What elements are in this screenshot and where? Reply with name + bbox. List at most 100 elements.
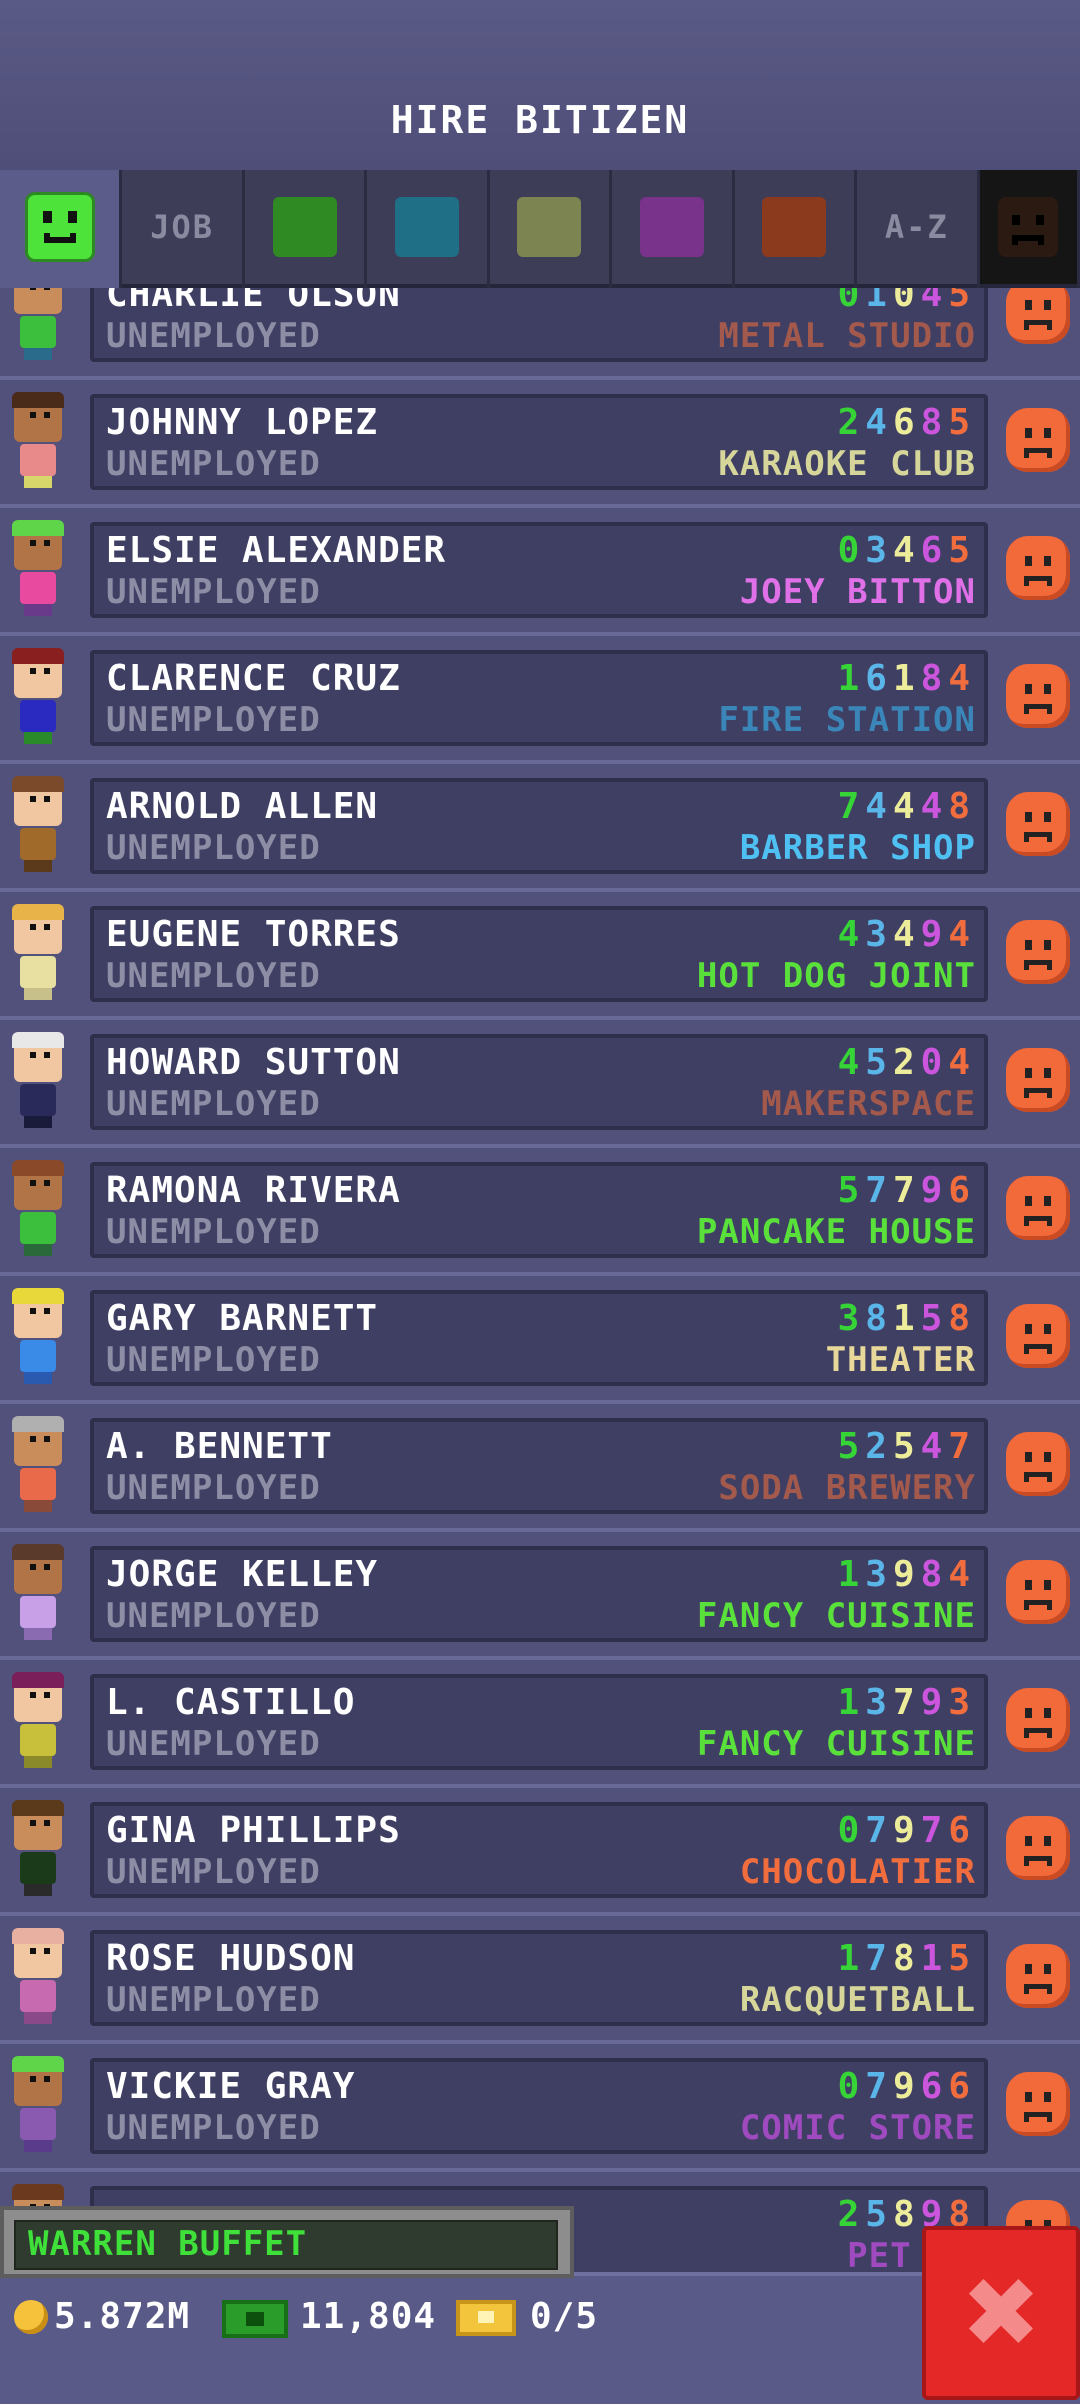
tab-job[interactable]: JOB bbox=[122, 170, 242, 288]
bitizen-name: L. CASTILLO bbox=[106, 1682, 356, 1723]
bitizen-name: RAMONA RIVERA bbox=[106, 1170, 401, 1211]
bitizen-card: GARY BARNETT UNEMPLOYED 38158 THEATER bbox=[90, 1290, 988, 1386]
category-color-icon bbox=[395, 197, 460, 257]
bitizen-avatar bbox=[8, 1800, 68, 1900]
unhappy-mood-icon bbox=[1006, 1048, 1070, 1112]
unhappy-mood-icon bbox=[1006, 920, 1070, 984]
bitizen-avatar bbox=[8, 1544, 68, 1644]
tab-happiness[interactable] bbox=[0, 170, 120, 288]
bitizen-card: RAMONA RIVERA UNEMPLOYED 57796 PANCAKE HOUS… bbox=[90, 1162, 988, 1258]
dream-job-store: KARAOKE CLUB bbox=[718, 444, 976, 484]
bitizen-status: UNEMPLOYED bbox=[106, 1340, 321, 1380]
skill-digits: 16184 bbox=[837, 658, 976, 699]
bitizen-name: GARY BARNETT bbox=[106, 1298, 379, 1339]
skill-digits: 38158 bbox=[837, 1298, 976, 1339]
bitizen-status: UNEMPLOYED bbox=[106, 1724, 321, 1764]
bitizen-card: HOWARD SUTTON UNEMPLOYED 45204 MAKERSPACE bbox=[90, 1034, 988, 1130]
bitizen-row[interactable]: CHARLIE OLSON UNEMPLOYED 01045 METAL STUDIO bbox=[0, 288, 1080, 376]
tab-category-6[interactable] bbox=[734, 170, 855, 288]
bitizen-row[interactable]: ELSIE ALEXANDER UNEMPLOYED 03465 JOEY BITTO… bbox=[0, 504, 1080, 632]
bitizen-row[interactable]: GARY BARNETT UNEMPLOYED 38158 THEATER bbox=[0, 1272, 1080, 1400]
dream-job-store: FANCY CUISINE bbox=[696, 1596, 976, 1636]
bitizen-row[interactable]: A. BENNETT UNEMPLOYED 52547 SODA BREWERY bbox=[0, 1400, 1080, 1528]
bitizen-row[interactable]: RAMONA RIVERA UNEMPLOYED 57796 PANCAKE HOUS… bbox=[0, 1144, 1080, 1272]
bitizen-status: UNEMPLOYED bbox=[106, 1852, 321, 1892]
bitizen-card: GINA PHILLIPS UNEMPLOYED 07976 CHOCOLATIER bbox=[90, 1802, 988, 1898]
bitizen-name: HOWARD SUTTON bbox=[106, 1042, 401, 1083]
bux-icon bbox=[222, 2300, 288, 2338]
bitizen-card: ELSIE ALEXANDER UNEMPLOYED 03465 JOEY BITTO… bbox=[90, 522, 988, 618]
unhappy-face-icon bbox=[998, 197, 1059, 257]
bitizen-avatar bbox=[8, 392, 68, 492]
happy-face-icon bbox=[24, 192, 95, 262]
tickets-value: 0/5 bbox=[530, 2296, 599, 2337]
dream-job-store: THEATER bbox=[825, 1340, 976, 1380]
tab-category-5[interactable] bbox=[612, 170, 732, 288]
skill-digits: 13984 bbox=[837, 1554, 976, 1595]
unhappy-mood-icon bbox=[1006, 1816, 1070, 1880]
bitizen-row[interactable]: CLARENCE CRUZ UNEMPLOYED 16184 FIRE STATION bbox=[0, 632, 1080, 760]
bitizen-row[interactable]: ARNOLD ALLEN UNEMPLOYED 74448 BARBER SHOP bbox=[0, 760, 1080, 888]
unhappy-mood-icon bbox=[1006, 288, 1070, 344]
unhappy-mood-icon bbox=[1006, 1304, 1070, 1368]
dream-job-store: COMIC STORE bbox=[739, 2108, 976, 2148]
tab-unhappy[interactable] bbox=[979, 170, 1078, 288]
bitizen-avatar bbox=[8, 1288, 68, 1388]
header-bar: HIRE BITIZEN bbox=[0, 0, 1080, 170]
bitizen-avatar bbox=[8, 776, 68, 876]
unhappy-mood-icon bbox=[1006, 536, 1070, 600]
bitizen-name: EUGENE TORRES bbox=[106, 914, 401, 955]
bux-value: 11,804 bbox=[300, 2296, 437, 2337]
bitizen-card: JORGE KELLEY UNEMPLOYED 13984 FANCY CUISINE bbox=[90, 1546, 988, 1642]
bitizen-row[interactable]: JORGE KELLEY UNEMPLOYED 13984 FANCY CUISINE bbox=[0, 1528, 1080, 1656]
bitizen-row[interactable]: VICKIE GRAY UNEMPLOYED 07966 COMIC STORE bbox=[0, 2040, 1080, 2168]
bitizen-row[interactable]: JOHNNY LOPEZ UNEMPLOYED 24685 KARAOKE CLUB bbox=[0, 376, 1080, 504]
tab-category-4[interactable] bbox=[489, 170, 610, 288]
bitizen-row[interactable]: EUGENE TORRES UNEMPLOYED 43494 HOT DOG JOIN… bbox=[0, 888, 1080, 1016]
bitizen-row[interactable]: GINA PHILLIPS UNEMPLOYED 07976 CHOCOLATIER bbox=[0, 1784, 1080, 1912]
bitizen-card: EUGENE TORRES UNEMPLOYED 43494 HOT DOG JOIN… bbox=[90, 906, 988, 1002]
coins-value: 5.872M bbox=[54, 2296, 191, 2337]
skill-digits: 57796 bbox=[837, 1170, 976, 1211]
selected-bitizen-tab[interactable]: WARREN BUFFET bbox=[0, 2206, 574, 2278]
unhappy-mood-icon bbox=[1006, 1944, 1070, 2008]
skill-digits: 07976 bbox=[837, 1810, 976, 1851]
bitizen-status: UNEMPLOYED bbox=[106, 316, 321, 356]
bitizen-avatar bbox=[8, 1032, 68, 1132]
bitizen-status: UNEMPLOYED bbox=[106, 444, 321, 484]
dream-job-store: JOEY BITTON bbox=[739, 572, 976, 612]
tab-category-2[interactable] bbox=[244, 170, 365, 288]
bitizen-status: UNEMPLOYED bbox=[106, 1468, 321, 1508]
tab-a-z[interactable]: A-Z bbox=[857, 170, 977, 288]
bitizen-name: VICKIE GRAY bbox=[106, 2066, 356, 2107]
skill-digits: 45204 bbox=[837, 1042, 976, 1083]
bitizen-row[interactable]: L. CASTILLO UNEMPLOYED 13793 FANCY CUISINE bbox=[0, 1656, 1080, 1784]
bitizen-status: UNEMPLOYED bbox=[106, 956, 321, 996]
bitizen-card: L. CASTILLO UNEMPLOYED 13793 FANCY CUISINE bbox=[90, 1674, 988, 1770]
skill-digits: 07966 bbox=[837, 2066, 976, 2107]
bitizen-name: JOHNNY LOPEZ bbox=[106, 402, 379, 443]
bitizen-avatar bbox=[8, 520, 68, 620]
bitizen-avatar bbox=[8, 904, 68, 1004]
tab-label: JOB bbox=[150, 208, 215, 246]
close-button[interactable]: ✖ bbox=[922, 2226, 1080, 2400]
bitizen-status: UNEMPLOYED bbox=[106, 700, 321, 740]
bitizen-row[interactable]: ROSE HUDSON UNEMPLOYED 17815 RACQUETBALL bbox=[0, 1912, 1080, 2040]
bitizen-status: UNEMPLOYED bbox=[106, 1596, 321, 1636]
tab-category-3[interactable] bbox=[367, 170, 487, 288]
bitizen-name: A. BENNETT bbox=[106, 1426, 333, 1467]
unhappy-mood-icon bbox=[1006, 1176, 1070, 1240]
skill-digits: 13793 bbox=[837, 1682, 976, 1723]
skill-digits: 43494 bbox=[837, 914, 976, 955]
bitizen-card: ROSE HUDSON UNEMPLOYED 17815 RACQUETBALL bbox=[90, 1930, 988, 2026]
bitizen-name: ELSIE ALEXANDER bbox=[106, 530, 447, 571]
bitizen-name: ARNOLD ALLEN bbox=[106, 786, 379, 827]
bitizen-name: CHARLIE OLSON bbox=[106, 288, 401, 315]
skill-digits: 01045 bbox=[837, 288, 976, 315]
bitizen-card: VICKIE GRAY UNEMPLOYED 07966 COMIC STORE bbox=[90, 2058, 988, 2154]
dream-job-store: MAKERSPACE bbox=[761, 1084, 976, 1124]
bitizen-list[interactable]: CHARLIE OLSON UNEMPLOYED 01045 METAL STUDIO… bbox=[0, 288, 1080, 2272]
bitizen-row[interactable]: HOWARD SUTTON UNEMPLOYED 45204 MAKERSPACE bbox=[0, 1016, 1080, 1144]
selected-bitizen-box: WARREN BUFFET bbox=[14, 2220, 558, 2270]
category-color-icon bbox=[517, 197, 582, 257]
